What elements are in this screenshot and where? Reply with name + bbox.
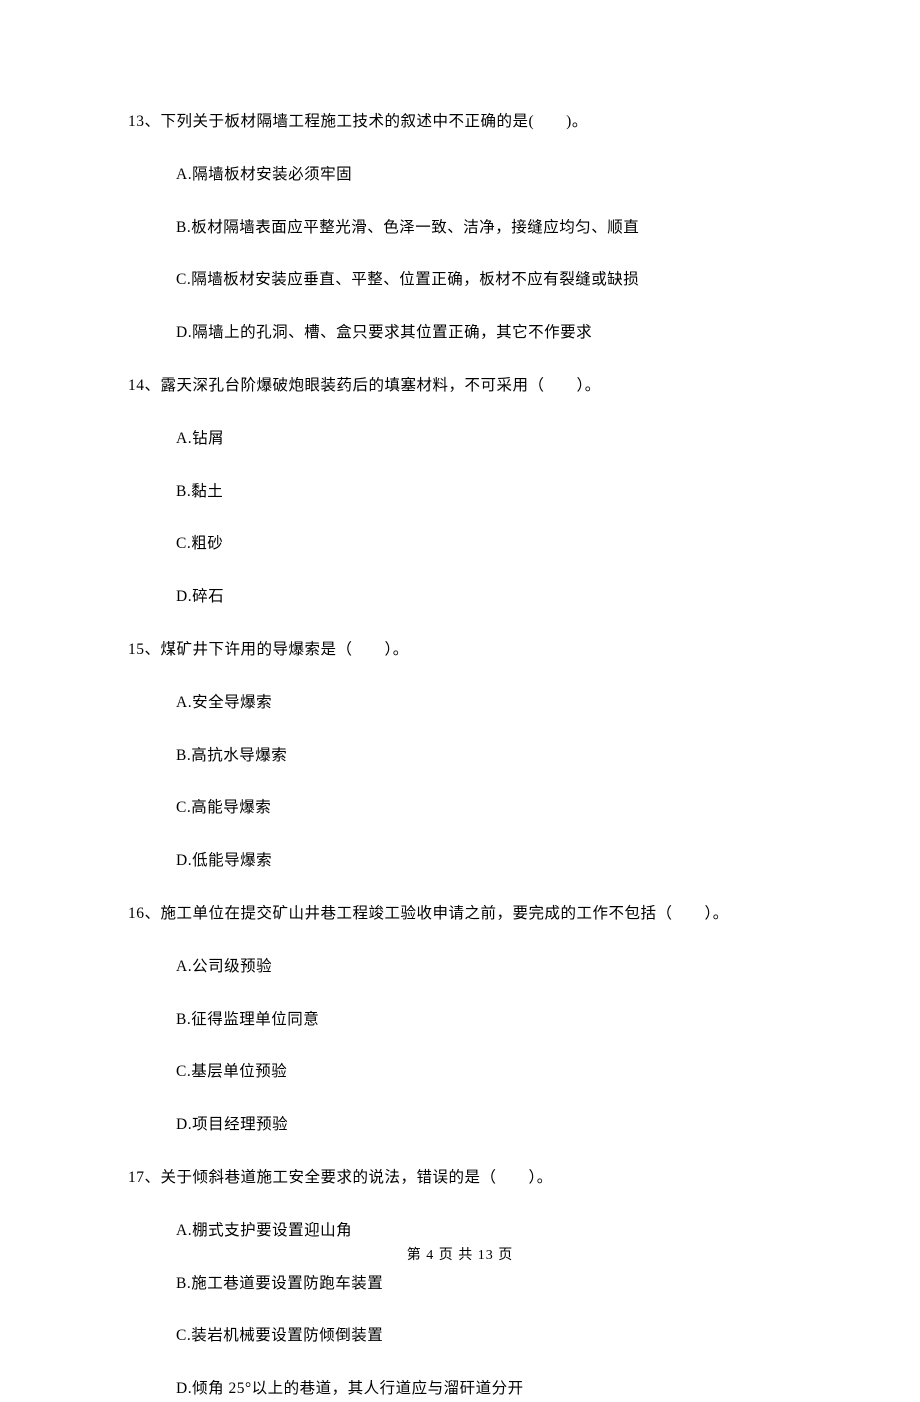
question-13: 13、下列关于板材隔墙工程施工技术的叙述中不正确的是( )。 A.隔墙板材安装必… [128, 110, 792, 346]
option-c: C.粗砂 [176, 532, 792, 557]
question-15: 15、煤矿井下许用的导爆索是（ ）。 A.安全导爆索 B.高抗水导爆索 C.高能… [128, 638, 792, 874]
option-d: D.项目经理预验 [176, 1113, 792, 1138]
question-stem: 14、露天深孔台阶爆破炮眼装药后的填塞材料，不可采用（ ）。 [128, 374, 792, 399]
option-d: D.倾角 25°以上的巷道，其人行道应与溜矸道分开 [176, 1377, 792, 1402]
option-c: C.基层单位预验 [176, 1060, 792, 1085]
document-content: 13、下列关于板材隔墙工程施工技术的叙述中不正确的是( )。 A.隔墙板材安装必… [128, 110, 792, 1402]
question-text: 关于倾斜巷道施工安全要求的说法，错误的是（ ）。 [161, 1169, 553, 1186]
option-b: B.高抗水导爆索 [176, 744, 792, 769]
option-b: B.黏土 [176, 480, 792, 505]
question-17: 17、关于倾斜巷道施工安全要求的说法，错误的是（ ）。 A.棚式支护要设置迎山角… [128, 1166, 792, 1402]
question-text: 露天深孔台阶爆破炮眼装药后的填塞材料，不可采用（ ）。 [161, 377, 601, 394]
options-list: A.隔墙板材安装必须牢固 B.板材隔墙表面应平整光滑、色泽一致、洁净，接缝应均匀… [128, 163, 792, 346]
options-list: A.安全导爆索 B.高抗水导爆索 C.高能导爆索 D.低能导爆索 [128, 691, 792, 874]
option-a: A.钻屑 [176, 427, 792, 452]
question-16: 16、施工单位在提交矿山井巷工程竣工验收申请之前，要完成的工作不包括（ ）。 A… [128, 902, 792, 1138]
question-stem: 16、施工单位在提交矿山井巷工程竣工验收申请之前，要完成的工作不包括（ ）。 [128, 902, 792, 927]
question-stem: 17、关于倾斜巷道施工安全要求的说法，错误的是（ ）。 [128, 1166, 792, 1191]
page-footer: 第 4 页 共 13 页 [0, 1244, 920, 1264]
question-number: 15、 [128, 641, 161, 658]
question-stem: 15、煤矿井下许用的导爆索是（ ）。 [128, 638, 792, 663]
question-text: 煤矿井下许用的导爆索是（ ）。 [161, 641, 409, 658]
option-a: A.安全导爆索 [176, 691, 792, 716]
options-list: A.钻屑 B.黏土 C.粗砂 D.碎石 [128, 427, 792, 610]
option-c: C.隔墙板材安装应垂直、平整、位置正确，板材不应有裂缝或缺损 [176, 268, 792, 293]
option-d: D.隔墙上的孔洞、槽、盒只要求其位置正确，其它不作要求 [176, 321, 792, 346]
question-text: 施工单位在提交矿山井巷工程竣工验收申请之前，要完成的工作不包括（ ）。 [161, 905, 729, 922]
question-stem: 13、下列关于板材隔墙工程施工技术的叙述中不正确的是( )。 [128, 110, 792, 135]
question-14: 14、露天深孔台阶爆破炮眼装药后的填塞材料，不可采用（ ）。 A.钻屑 B.黏土… [128, 374, 792, 610]
question-number: 16、 [128, 905, 161, 922]
option-c: C.装岩机械要设置防倾倒装置 [176, 1324, 792, 1349]
option-a: A.公司级预验 [176, 955, 792, 980]
option-b: B.板材隔墙表面应平整光滑、色泽一致、洁净，接缝应均匀、顺直 [176, 216, 792, 241]
option-d: D.碎石 [176, 585, 792, 610]
question-number: 13、 [128, 113, 161, 130]
question-text: 下列关于板材隔墙工程施工技术的叙述中不正确的是( )。 [161, 113, 588, 130]
question-number: 14、 [128, 377, 161, 394]
question-number: 17、 [128, 1169, 161, 1186]
option-b: B.施工巷道要设置防跑车装置 [176, 1272, 792, 1297]
option-b: B.征得监理单位同意 [176, 1008, 792, 1033]
option-a: A.隔墙板材安装必须牢固 [176, 163, 792, 188]
options-list: A.公司级预验 B.征得监理单位同意 C.基层单位预验 D.项目经理预验 [128, 955, 792, 1138]
option-c: C.高能导爆索 [176, 796, 792, 821]
option-d: D.低能导爆索 [176, 849, 792, 874]
option-a: A.棚式支护要设置迎山角 [176, 1219, 792, 1244]
